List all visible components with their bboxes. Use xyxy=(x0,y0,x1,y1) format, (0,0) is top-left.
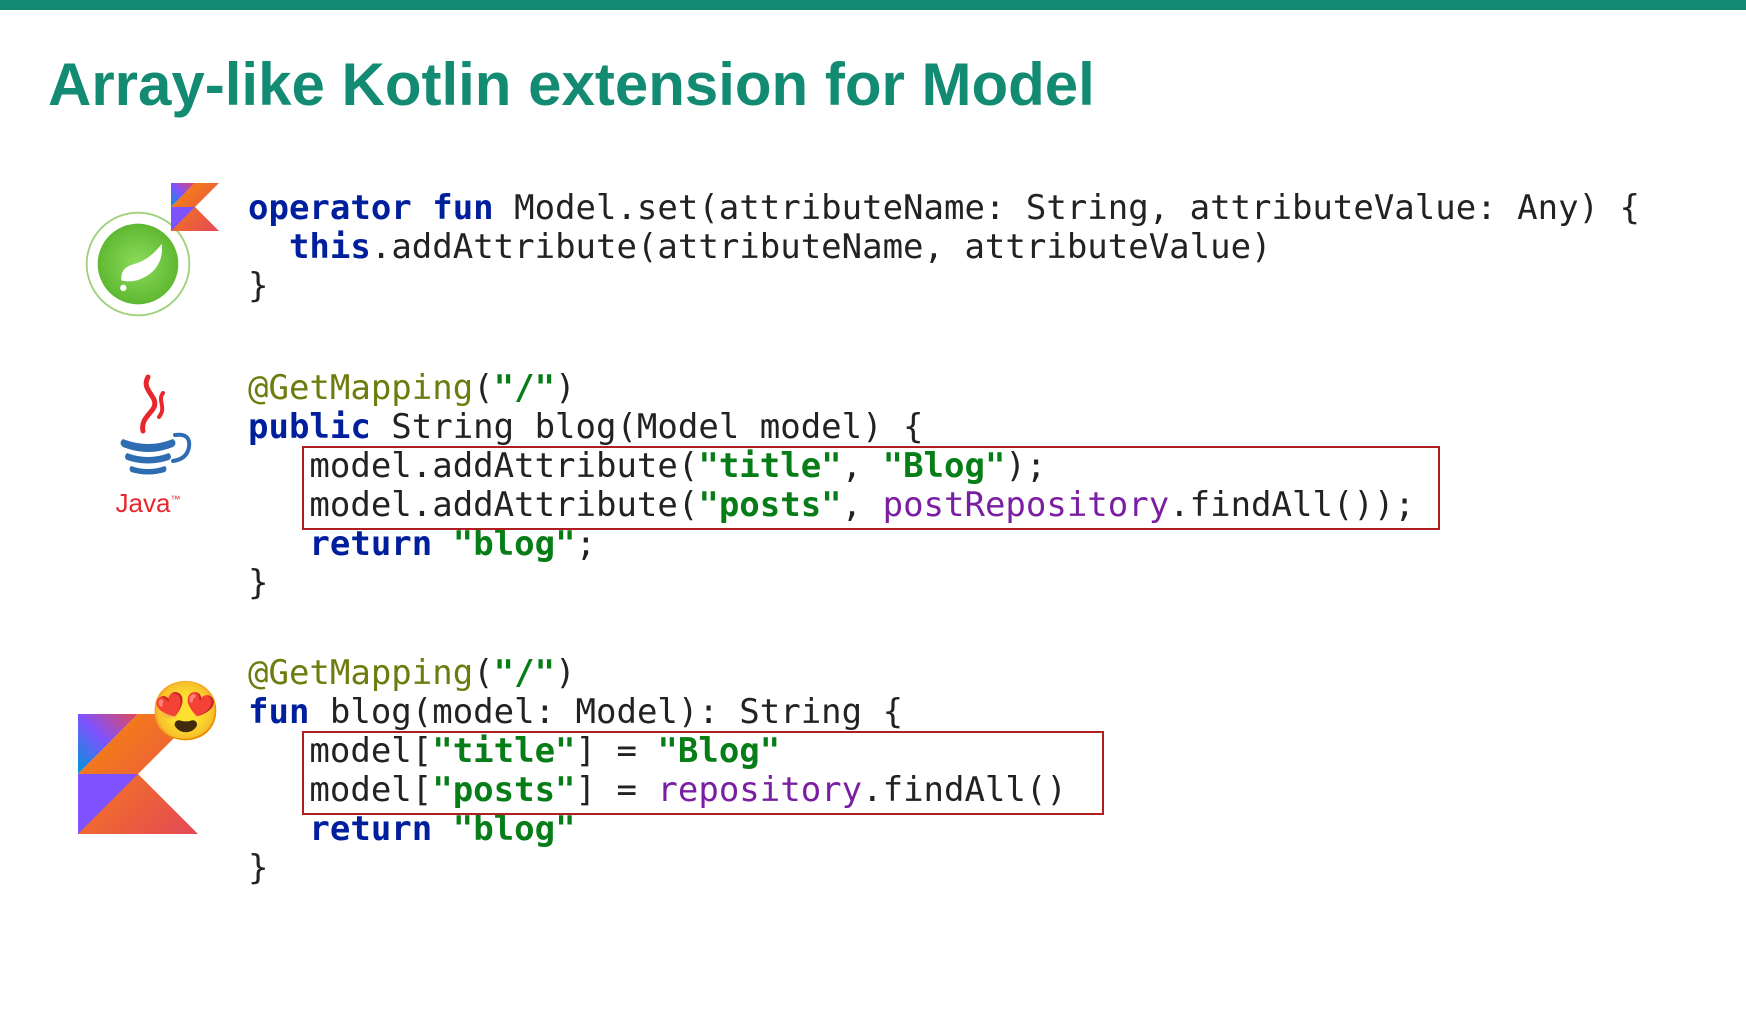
icon-column-2: Java™ xyxy=(48,369,248,519)
slide-title: Array-like Kotlin extension for Model xyxy=(48,50,1698,119)
code-extension-function: operator fun Model.set(attributeName: St… xyxy=(248,189,1698,306)
icon-column-1 xyxy=(48,189,248,319)
java-icon: Java™ xyxy=(93,369,203,519)
heart-eyes-emoji-icon: 😍 xyxy=(150,678,222,746)
code-kotlin-controller: @GetMapping("/") fun blog(model: Model):… xyxy=(248,654,1698,889)
code-block-java: Java™ @GetMapping("/") public String blo… xyxy=(48,369,1698,604)
java-label: Java™ xyxy=(93,488,203,519)
slide-content: Array-like Kotlin extension for Model xyxy=(0,10,1746,888)
code-java-controller: @GetMapping("/") public String blog(Mode… xyxy=(248,369,1698,604)
code-block-kotlin-extension: operator fun Model.set(attributeName: St… xyxy=(48,189,1698,319)
top-accent-bar xyxy=(0,0,1746,10)
code-block-kotlin: 😍 @GetMapping("/") fun blog(model: Model… xyxy=(48,654,1698,889)
spring-kotlin-icon xyxy=(83,189,213,319)
kotlin-heart-icon: 😍 xyxy=(78,684,218,834)
icon-column-3: 😍 xyxy=(48,654,248,834)
kotlin-icon xyxy=(171,183,219,231)
